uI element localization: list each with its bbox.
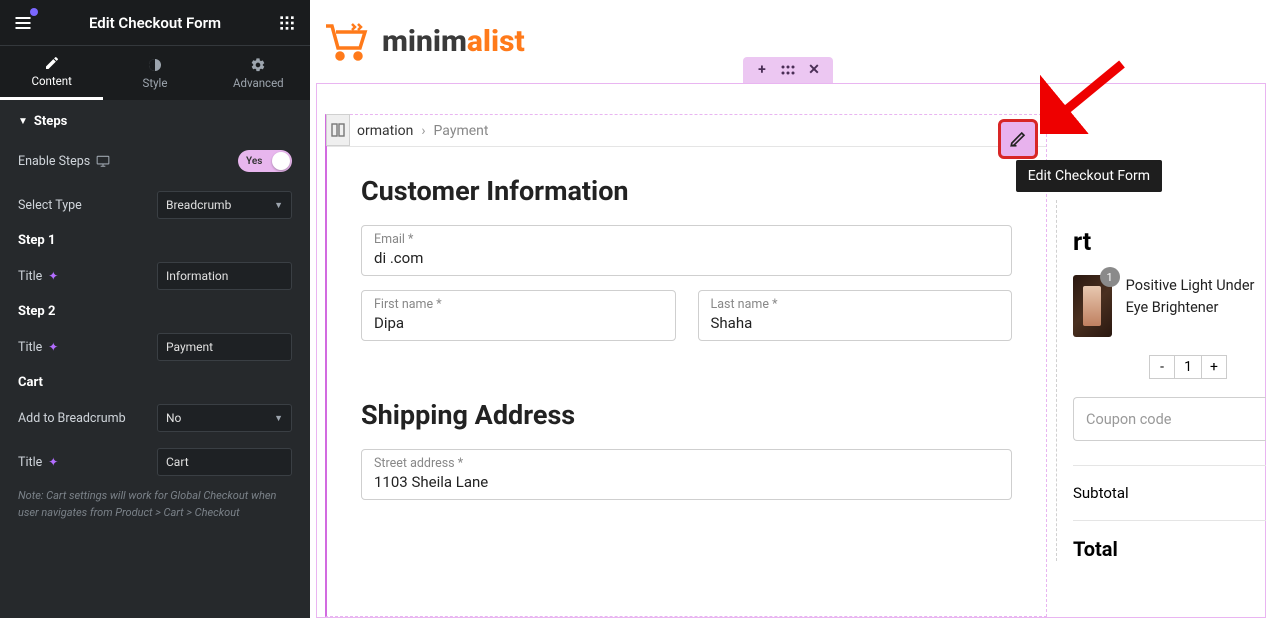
edit-widget-button[interactable]	[998, 119, 1038, 159]
checkout-breadcrumb: ormation › Payment	[327, 115, 1046, 147]
close-section-button[interactable]: ✕	[807, 63, 821, 77]
enable-steps-toggle[interactable]: Yes	[238, 150, 292, 172]
widgets-grid-button[interactable]	[274, 10, 300, 36]
qty-decrease-button[interactable]: -	[1149, 355, 1175, 379]
last-name-field[interactable]: Last name * Shaha	[698, 290, 1013, 341]
cart-summary: rt 1 Positive Light Under Eye Brightener…	[1056, 200, 1266, 561]
brand-logo: minimalist	[382, 24, 525, 59]
email-value: di .com	[374, 249, 999, 267]
brand-part2: alist	[467, 24, 525, 59]
edit-widget-tooltip: Edit Checkout Form	[1016, 160, 1162, 192]
customer-info-heading: Customer Information	[361, 175, 1012, 207]
coupon-placeholder: Coupon code	[1086, 411, 1171, 428]
hamburger-menu-button[interactable]	[10, 10, 36, 36]
chevron-right-icon: ›	[421, 123, 425, 139]
step2-title-input[interactable]: Payment	[157, 333, 292, 361]
tab-content[interactable]: Content	[0, 46, 103, 100]
tab-advanced-label: Advanced	[233, 76, 284, 90]
total-row: Total	[1073, 520, 1266, 561]
add-breadcrumb-value: No	[166, 411, 181, 425]
notification-dot-icon	[30, 8, 38, 16]
cart-title-input[interactable]: Cart	[157, 448, 292, 476]
qty-badge: 1	[1100, 267, 1120, 287]
last-name-value: Shaha	[711, 314, 1000, 332]
subtotal-label: Subtotal	[1073, 484, 1129, 502]
step1-title-label: Title	[18, 269, 42, 284]
first-name-value: Dipa	[374, 314, 663, 332]
brand-part1: minim	[382, 24, 467, 59]
pencil-icon	[1009, 130, 1027, 148]
street-field[interactable]: Street address * 1103 Sheila Lane	[361, 449, 1012, 500]
section-toolbar: + ✕	[743, 57, 833, 83]
quantity-stepper: - 1 +	[1149, 355, 1266, 379]
step2-title-value: Payment	[166, 340, 213, 354]
chevron-down-icon: ▼	[274, 413, 283, 424]
shipping-heading: Shipping Address	[361, 399, 1012, 431]
column-handle[interactable]	[326, 114, 350, 146]
breadcrumb-step2[interactable]: Payment	[434, 123, 489, 139]
desktop-icon	[96, 155, 110, 167]
step1-title-input[interactable]: Information	[157, 262, 292, 290]
ai-sparkle-icon: ✦	[48, 455, 58, 469]
add-breadcrumb-label: Add to Breadcrumb	[18, 411, 126, 426]
cart-title-value: Cart	[166, 455, 189, 469]
product-thumbnail: 1	[1073, 275, 1112, 337]
step2-header: Step 2	[18, 304, 292, 319]
coupon-input[interactable]: Coupon code	[1073, 397, 1266, 441]
enable-steps-label: Enable Steps	[18, 154, 90, 169]
product-name: Positive Light Under Eye Brightener	[1126, 275, 1266, 337]
email-field[interactable]: Email * di .com	[361, 225, 1012, 276]
section-steps-label: Steps	[34, 114, 67, 129]
breadcrumb-step1[interactable]: ormation	[357, 123, 413, 139]
first-name-label: First name *	[374, 297, 663, 312]
total-label: Total	[1073, 537, 1118, 561]
add-section-button[interactable]: +	[755, 63, 769, 77]
ai-sparkle-icon: ✦	[48, 340, 58, 354]
ai-sparkle-icon: ✦	[48, 269, 58, 283]
first-name-field[interactable]: First name * Dipa	[361, 290, 676, 341]
tab-advanced[interactable]: Advanced	[207, 46, 310, 100]
qty-increase-button[interactable]: +	[1201, 355, 1227, 379]
last-name-label: Last name *	[711, 297, 1000, 312]
panel-header: Edit Checkout Form	[0, 0, 310, 46]
qty-value: 1	[1175, 355, 1201, 379]
street-label: Street address *	[374, 456, 999, 471]
panel-body: ▼ Steps Enable Steps Yes Select Type Bre…	[0, 100, 310, 618]
tab-style[interactable]: Style	[103, 46, 206, 100]
select-type-dropdown[interactable]: Breadcrumb ▼	[157, 191, 292, 219]
chevron-down-icon: ▼	[274, 200, 283, 211]
cart-header: Cart	[18, 375, 292, 390]
panel-title: Edit Checkout Form	[36, 14, 274, 32]
drag-section-handle[interactable]	[781, 63, 795, 77]
cart-logo-icon	[322, 20, 370, 62]
checkout-form: Customer Information Email * di .com Fir…	[327, 147, 1046, 542]
widget-container: ormation › Payment Customer Information …	[325, 114, 1047, 617]
email-label: Email *	[374, 232, 999, 247]
tab-style-label: Style	[143, 76, 168, 90]
panel-tabs: Content Style Advanced	[0, 46, 310, 100]
elementor-panel: Edit Checkout Form Content Style Advance…	[0, 0, 310, 618]
subtotal-row: Subtotal	[1073, 465, 1266, 520]
add-breadcrumb-dropdown[interactable]: No ▼	[157, 404, 292, 432]
section-steps-header[interactable]: ▼ Steps	[18, 114, 292, 129]
step2-title-label: Title	[18, 340, 42, 355]
cart-title: rt	[1073, 228, 1266, 257]
select-type-label: Select Type	[18, 198, 82, 213]
cart-title-label: Title	[18, 455, 42, 470]
cart-note: Note: Cart settings will work for Global…	[18, 488, 292, 521]
cart-item: 1 Positive Light Under Eye Brightener	[1073, 275, 1266, 337]
street-value: 1103 Sheila Lane	[374, 473, 999, 491]
select-type-value: Breadcrumb	[166, 198, 231, 212]
toggle-value: Yes	[246, 156, 262, 167]
tab-content-label: Content	[31, 74, 71, 88]
step1-title-value: Information	[166, 269, 228, 283]
caret-down-icon: ▼	[18, 116, 28, 127]
step1-header: Step 1	[18, 233, 292, 248]
preview-canvas: minimalist + ✕ ormation › Payment Custom…	[310, 0, 1266, 618]
